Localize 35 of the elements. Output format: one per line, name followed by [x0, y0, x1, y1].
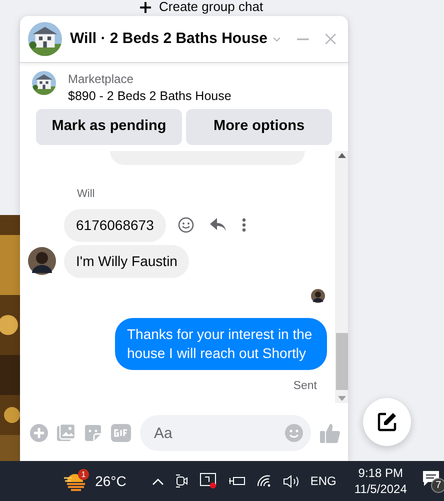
camera-icon[interactable]	[176, 474, 188, 488]
screen-icon[interactable]	[200, 473, 218, 489]
volume-icon[interactable]	[283, 474, 300, 488]
smiley-icon[interactable]	[178, 217, 194, 233]
mark-pending-button[interactable]: Mark as pending	[36, 109, 182, 145]
battery-icon[interactable]	[229, 476, 246, 486]
clock-time[interactable]: 9:18 PM	[358, 465, 403, 481]
listing-title[interactable]: $890 - 2 Beds 2 Baths House	[68, 87, 232, 105]
listing-source: Marketplace	[68, 71, 134, 87]
plus-icon[interactable]	[140, 2, 151, 12]
avatar	[28, 247, 56, 275]
more-icon[interactable]	[242, 218, 246, 232]
scroll-up-icon[interactable]	[338, 153, 346, 158]
sent-status: Sent	[293, 380, 317, 392]
more-options-button[interactable]: More options	[186, 109, 332, 145]
scrollbar-thumb[interactable]	[336, 333, 348, 390]
message-input[interactable]: Aa	[140, 415, 311, 451]
clock-date[interactable]: 11/5/2024	[354, 481, 407, 497]
create-group-chat-link[interactable]: Create group chat	[159, 0, 264, 14]
thumbs-up-icon[interactable]	[320, 423, 340, 443]
temperature[interactable]: 26°C	[95, 470, 126, 492]
chat-title[interactable]: Will · 2 Beds 2 Baths House	[70, 28, 268, 50]
sender-name: Will	[77, 187, 96, 202]
notification-count: 7	[430, 478, 444, 493]
chevron-up-icon[interactable]	[152, 478, 164, 484]
reply-icon[interactable]	[210, 218, 226, 232]
message-bubble: Thanks for your interest in the house I will reach out Shortly	[115, 318, 327, 370]
language-indicator[interactable]: ENG	[310, 472, 336, 490]
compose-icon	[376, 411, 398, 433]
message-bubble: 6176068673	[64, 208, 166, 242]
compose-button[interactable]	[363, 398, 411, 446]
wifi-icon[interactable]	[257, 475, 272, 487]
notification-badge: 1	[78, 469, 89, 480]
message-bubble: I'm Willy Faustin	[64, 244, 190, 278]
avatar	[311, 288, 325, 302]
